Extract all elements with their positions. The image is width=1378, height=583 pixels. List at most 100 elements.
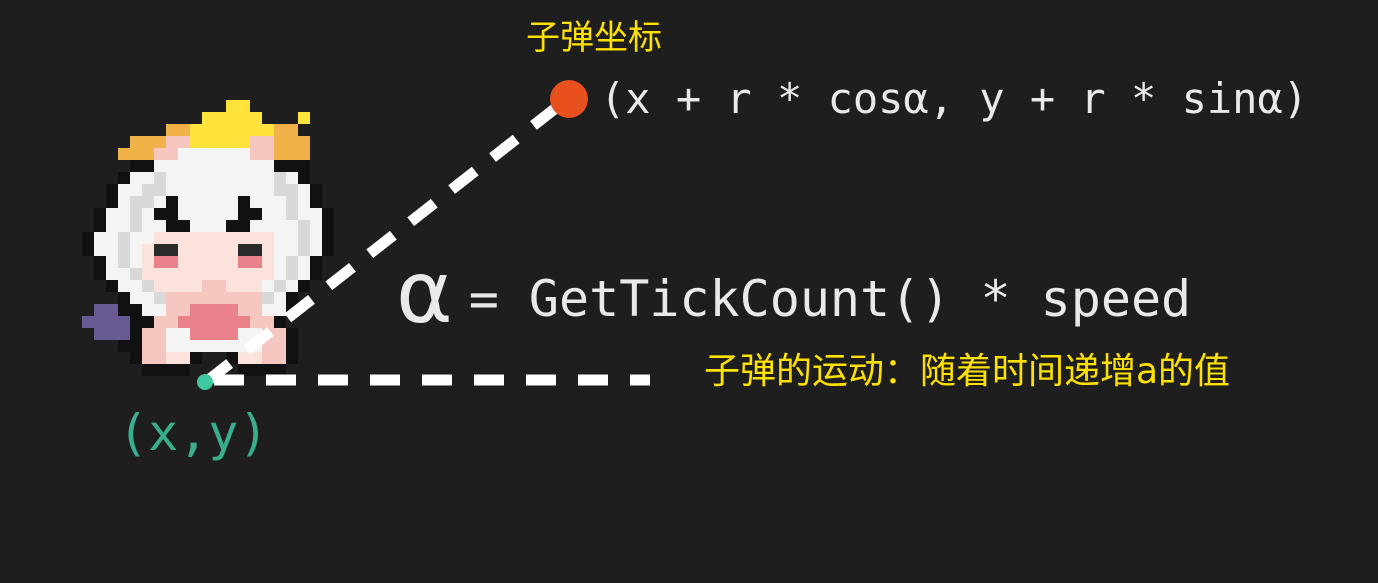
character-pixel [262,172,274,184]
character-pixel [94,244,106,256]
character-pixel [286,136,298,148]
character-pixel [238,136,250,148]
character-pixel [238,100,250,112]
character-pixel [274,232,286,244]
character-pixel [286,268,298,280]
character-pixel [178,184,190,196]
character-pixel [190,352,202,364]
character-pixel [310,220,322,232]
character-pixel [178,172,190,184]
character-pixel [94,208,106,220]
character-pixel [190,148,202,160]
character-pixel [130,244,142,256]
character-pixel [154,280,166,292]
character-pixel [322,232,334,244]
alpha-formula: α = GetTickCount() * speed [396,250,1191,336]
character-pixel [154,184,166,196]
character-pixel [226,100,238,112]
origin-point [197,374,213,390]
character-pixel [166,244,178,256]
character-pixel [178,316,190,328]
character-pixel [214,280,226,292]
character-pixel [202,184,214,196]
character-pixel [154,208,166,220]
character-pixel [142,244,154,256]
character-pixel [310,232,322,244]
character-pixel [190,316,202,328]
character-pixel [286,256,298,268]
character-pixel [130,268,142,280]
character-pixel [130,160,142,172]
character-pixel [250,292,262,304]
character-pixel [166,208,178,220]
character-pixel [226,196,238,208]
character-pixel [118,184,130,196]
character-pixel [106,316,118,328]
character-pixel [142,340,154,352]
character-pixel [142,292,154,304]
character-pixel [130,316,142,328]
character-pixel [286,352,298,364]
character-pixel [166,352,178,364]
character-pixel [106,232,118,244]
character-pixel [142,256,154,268]
character-pixel [142,328,154,340]
character-pixel [118,244,130,256]
character-pixel [298,148,310,160]
character-pixel [226,280,238,292]
character-pixel [154,316,166,328]
character-pixel [166,340,178,352]
character-pixel [190,232,202,244]
character-pixel [286,220,298,232]
character-pixel [298,160,310,172]
character-pixel [142,172,154,184]
character-pixel [226,112,238,124]
character-pixel [238,232,250,244]
character-pixel [286,160,298,172]
character-pixel [274,364,286,376]
character-pixel [274,352,286,364]
character-pixel [154,364,166,376]
character-pixel [166,256,178,268]
character-pixel [298,196,310,208]
character-pixel [262,256,274,268]
character-pixel [238,364,250,376]
character-pixel [202,316,214,328]
character-pixel [178,364,190,376]
character-pixel [298,220,310,232]
character-pixel [130,256,142,268]
character-pixel [310,244,322,256]
character-pixel [226,244,238,256]
character-pixel [286,148,298,160]
character-pixel [190,160,202,172]
character-pixel [262,124,274,136]
character-pixel [190,328,202,340]
character-pixel [202,208,214,220]
character-pixel [190,244,202,256]
character-pixel [130,208,142,220]
character-pixel [250,112,262,124]
character-pixel [298,232,310,244]
character-pixel [262,208,274,220]
character-pixel [142,160,154,172]
character-pixel [166,328,178,340]
character-pixel [106,304,118,316]
character-pixel [226,328,238,340]
character-pixel [118,220,130,232]
character-pixel [178,208,190,220]
character-pixel [178,196,190,208]
character-pixel [250,124,262,136]
character-pixel [202,304,214,316]
diagram-canvas: 子弹坐标 (x + r * cosα, y + r * sinα) α = Ge… [0,0,1378,583]
character-pixel [178,328,190,340]
character-pixel [202,160,214,172]
character-pixel [118,328,130,340]
character-pixel [286,292,298,304]
character-pixel [214,268,226,280]
character-pixel [142,280,154,292]
character-pixel [202,220,214,232]
character-pixel [250,136,262,148]
character-pixel [130,292,142,304]
character-pixel [130,328,142,340]
character-pixel [226,160,238,172]
